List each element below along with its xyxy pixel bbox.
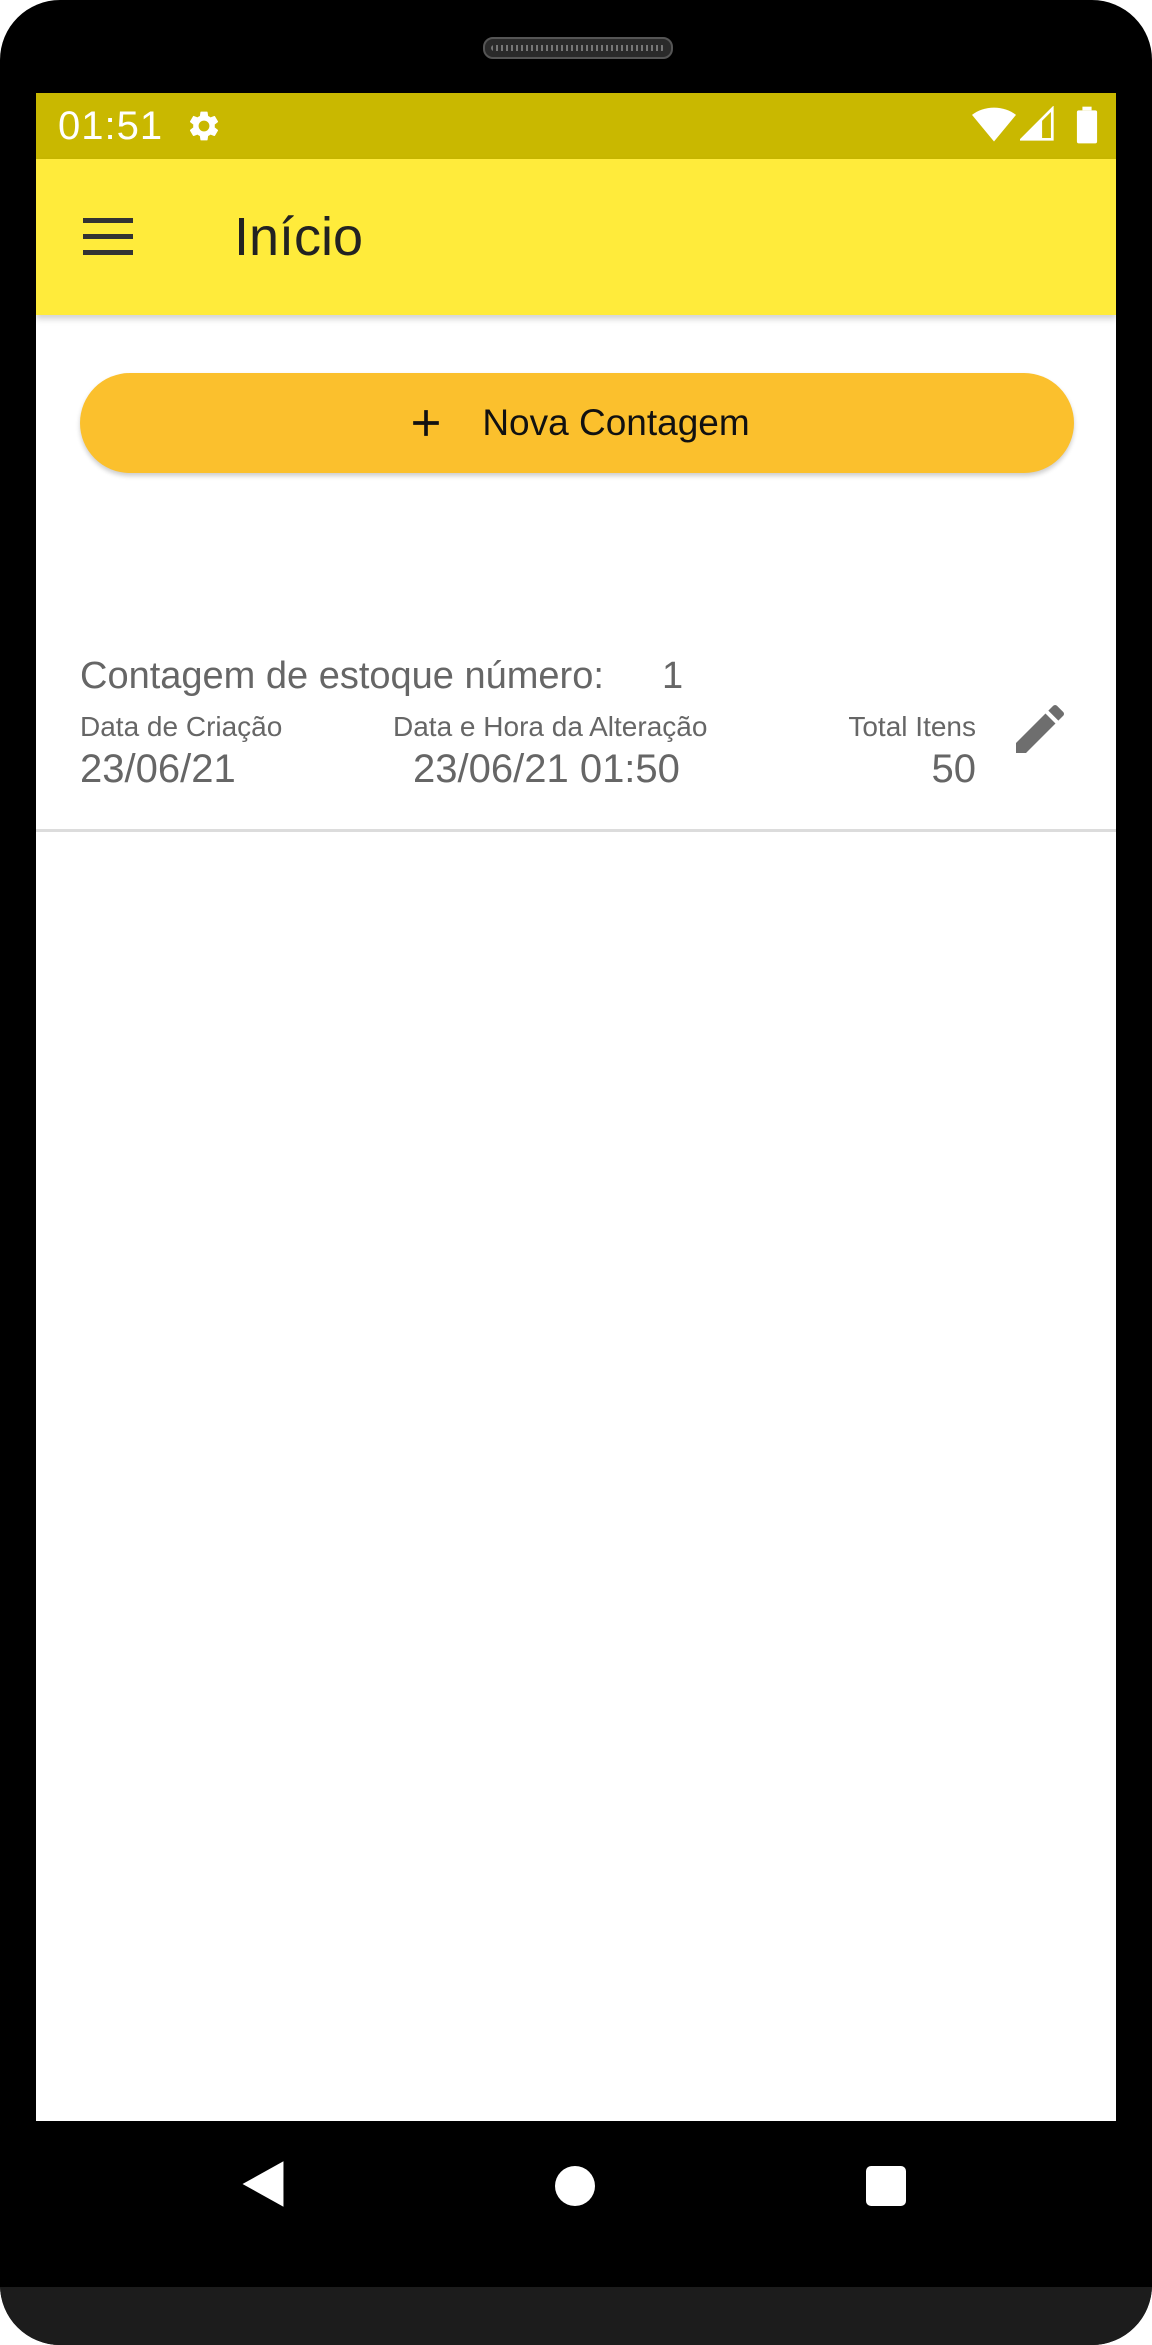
plus-icon <box>413 410 440 436</box>
app-bar: Início <box>36 159 1116 315</box>
phone-frame: 01:51 Início Nova Contagem Contagem de e… <box>0 0 1152 2345</box>
phone-chin <box>0 2287 1152 2345</box>
screen: 01:51 Início Nova Contagem Contagem de e… <box>36 93 1116 2121</box>
total-value: 50 <box>931 747 977 791</box>
signal-icon <box>1020 106 1054 141</box>
page-title: Início <box>234 207 364 267</box>
modified-label: Data e Hora da Alteração <box>393 711 708 742</box>
count-heading: Contagem de estoque número: <box>80 655 604 697</box>
recents-icon[interactable] <box>866 2166 906 2206</box>
speaker-grill <box>483 37 673 59</box>
created-value: 23/06/21 <box>80 747 236 791</box>
new-count-button[interactable]: Nova Contagem <box>80 373 1074 473</box>
status-time: 01:51 <box>58 104 164 148</box>
battery-icon <box>1076 106 1098 144</box>
list-item[interactable]: Contagem de estoque número: 1 Data de Cr… <box>36 623 1116 832</box>
new-count-label: Nova Contagem <box>482 402 750 443</box>
total-label: Total Itens <box>848 711 976 742</box>
navigation-bar <box>0 2121 1152 2287</box>
home-icon[interactable] <box>555 2166 595 2206</box>
menu-icon[interactable] <box>76 205 140 269</box>
back-icon[interactable] <box>240 2159 286 2209</box>
wifi-icon <box>972 107 1016 142</box>
gear-icon <box>189 111 219 141</box>
edit-icon[interactable] <box>1008 697 1072 761</box>
status-bar: 01:51 <box>36 93 1116 159</box>
created-label: Data de Criação <box>80 711 283 742</box>
count-number: 1 <box>662 655 684 697</box>
modified-value: 23/06/21 01:50 <box>413 747 680 791</box>
